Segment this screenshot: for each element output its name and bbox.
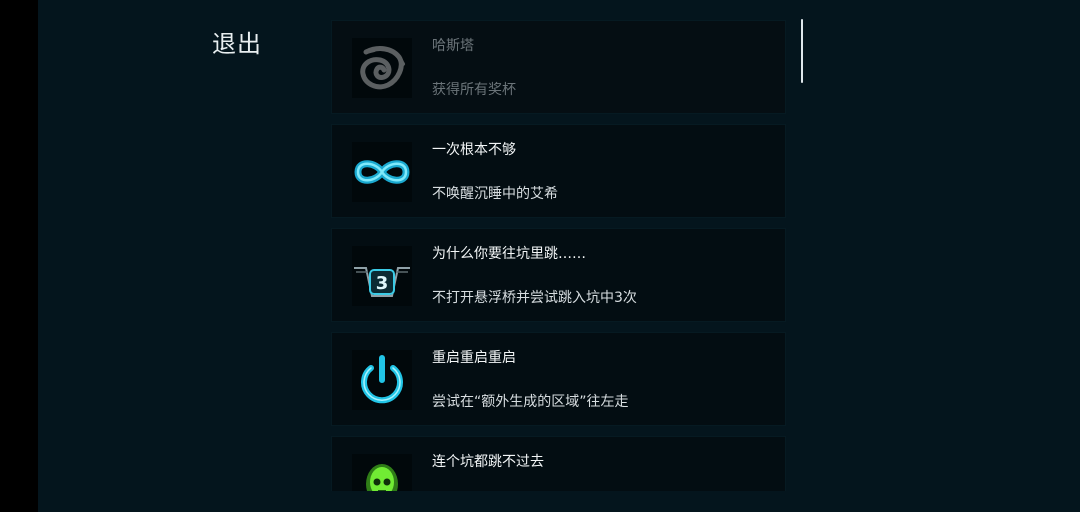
achievement-description: 不唤醒沉睡中的艾希: [432, 186, 558, 202]
achievement-description: 获得所有奖杯: [432, 82, 516, 98]
achievement-title: 一次根本不够: [432, 142, 516, 158]
scrollbar[interactable]: [801, 19, 803, 83]
pit-number: 3: [376, 273, 389, 294]
skull-icon: [352, 454, 412, 491]
achievement-title: 为什么你要往坑里跳……: [432, 246, 586, 262]
achievement-description: 不打开悬浮桥并尝试跳入坑中3次: [432, 290, 637, 306]
achievement-title: 哈斯塔: [432, 38, 474, 54]
exit-button[interactable]: 退出: [212, 24, 262, 59]
achievement-card-once-not-enough[interactable]: 一次根本不够 不唤醒沉睡中的艾希: [331, 124, 786, 218]
infinity-icon: [352, 142, 412, 202]
pit-three-icon: 3: [352, 246, 412, 306]
swirl-icon: [352, 38, 412, 98]
power-icon: [352, 350, 412, 410]
achievement-list[interactable]: 哈斯塔 获得所有奖杯 一次根本不够 不唤醒沉睡中的艾希 3 为什么你要往坑里跳……: [331, 20, 786, 491]
achievement-card-hastur[interactable]: 哈斯塔 获得所有奖杯: [331, 20, 786, 114]
achievement-title: 重启重启重启: [432, 350, 516, 366]
achievement-title: 连个坑都跳不过去: [432, 454, 544, 470]
achievement-card-why-jump-into-pit[interactable]: 3 为什么你要往坑里跳…… 不打开悬浮桥并尝试跳入坑中3次: [331, 228, 786, 322]
achievement-card-cant-jump-pit[interactable]: 连个坑都跳不过去: [331, 436, 786, 491]
achievement-description: 尝试在“额外生成的区域”往左走: [432, 394, 629, 410]
left-black-bar: [0, 0, 38, 512]
achievement-card-restart[interactable]: 重启重启重启 尝试在“额外生成的区域”往左走: [331, 332, 786, 426]
